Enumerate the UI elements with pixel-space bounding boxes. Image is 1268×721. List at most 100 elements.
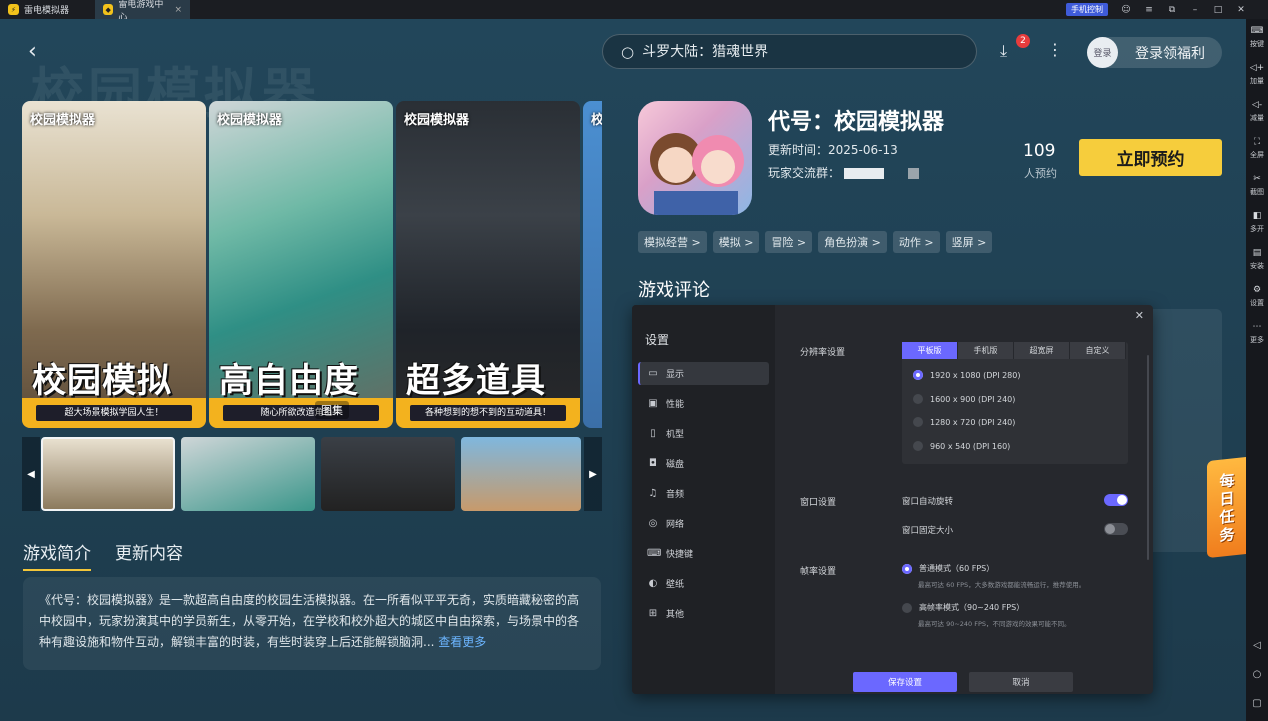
sidebar-item-screenshot[interactable]: ✂ 截图	[1250, 173, 1264, 204]
window-tab-game-center[interactable]: ◆ 雷电游戏中心 ×	[95, 0, 190, 23]
dialog-scrollbar[interactable]	[1147, 355, 1149, 560]
auto-rotate-toggle[interactable]	[1104, 494, 1128, 506]
back-triangle-icon[interactable]: ◁	[1253, 640, 1261, 651]
sidebar-item-label: 多开	[1250, 225, 1264, 233]
settings-menu-audio[interactable]: ♫ 音频	[638, 482, 769, 505]
screenshot-card[interactable]: 校	[583, 101, 602, 428]
tag-item[interactable]: 角色扮演 >	[818, 231, 887, 253]
radio-unselected	[913, 441, 923, 451]
tab-ultrawide[interactable]: 超宽屏	[1014, 342, 1070, 359]
resolution-option[interactable]: 960 x 540 (DPI 160)	[913, 441, 1010, 451]
sidebar-item-volume-down[interactable]: ◁- 减量	[1250, 99, 1264, 130]
settings-menu-shortcuts[interactable]: ⌨ 快捷键	[638, 542, 769, 565]
settings-menu-network[interactable]: ◎ 网络	[638, 512, 769, 535]
sidebar-item-install[interactable]: ▤ 安装	[1250, 247, 1264, 278]
close-tab-icon[interactable]: ×	[174, 5, 182, 15]
sidebar-item-more[interactable]: ⋯ 更多	[1250, 321, 1264, 352]
settings-menu-display[interactable]: ▭ 显示	[638, 362, 769, 385]
sidebar-item-label: 安装	[1250, 262, 1264, 270]
copy-icon[interactable]	[908, 168, 920, 179]
thumbnail-item[interactable]	[321, 437, 455, 511]
sidebar-item-keymap[interactable]: ⌨ 按键	[1250, 25, 1264, 56]
screenshot-carousel[interactable]: 校园模拟器 校园模拟 超大场景模拟学园人生！ 校园模拟器 高自由度 随心所欲改造…	[22, 101, 602, 428]
daily-task-char: 每	[1219, 470, 1235, 491]
sidebar-item-settings[interactable]: ⚙ 设置	[1250, 284, 1264, 315]
audio-icon: ♫	[648, 488, 658, 499]
screenshot-card[interactable]: 校园模拟器 高自由度 随心所欲改造角色！	[209, 101, 393, 428]
download-icon[interactable]: ⤓	[1000, 41, 1007, 61]
fixed-size-toggle[interactable]	[1104, 523, 1128, 535]
window-tab-emulator[interactable]: ⚡ 雷电模拟器	[0, 0, 95, 19]
tag-item[interactable]: 模拟 >	[712, 231, 760, 253]
tab-custom[interactable]: 自定义	[1070, 342, 1126, 359]
maximize-icon[interactable]: □	[1213, 5, 1223, 15]
fps-option-normal[interactable]: 普通模式（60 FPS）	[902, 563, 994, 574]
reserve-button[interactable]: 立即预约	[1079, 139, 1222, 176]
avatar: 登录	[1087, 37, 1118, 68]
menu-icon[interactable]: ≡	[1144, 5, 1154, 15]
phone-control-button[interactable]: 手机控制	[1066, 3, 1108, 16]
user-icon[interactable]: ☺	[1121, 5, 1131, 15]
sidebar-item-volume-up[interactable]: ◁+ 加量	[1250, 62, 1264, 93]
reserve-count: 109	[1023, 141, 1056, 161]
menu-label: 音频	[666, 490, 685, 500]
minimize-icon[interactable]: –	[1190, 5, 1200, 15]
tab-tablet[interactable]: 平板版	[902, 342, 958, 359]
settings-menu-other[interactable]: ⊞ 其他	[638, 602, 769, 625]
resolution-option[interactable]: 1920 x 1080 (DPI 280)	[913, 370, 1020, 380]
screenshot-headline: 超多道具	[406, 361, 546, 401]
thumbnail-strip: ◀ ▶	[22, 437, 602, 511]
detail-tabs: 游戏简介 更新内容	[23, 539, 183, 571]
screenshot-card[interactable]: 校园模拟器 校园模拟 超大场景模拟学园人生！	[22, 101, 206, 428]
tag-item[interactable]: 动作 >	[892, 231, 940, 253]
player-group: 玩家交流群：	[768, 164, 920, 181]
thumbnail-prev-icon[interactable]: ◀	[22, 437, 40, 511]
more-vertical-icon[interactable]: ⋮	[1047, 40, 1063, 59]
game-center-logo-icon: ◆	[103, 4, 114, 15]
screenshot-brand: 校	[591, 113, 602, 128]
sidebar-item-label: 按键	[1250, 40, 1264, 48]
group-number-redacted	[844, 168, 885, 179]
toggle-knob	[1105, 524, 1115, 534]
recent-square-icon[interactable]: ▢	[1252, 698, 1261, 709]
window-titlebar: ⚡ 雷电模拟器 ◆ 雷电游戏中心 × 手机控制 ☺ ≡ ⧉ – □ ✕	[0, 0, 1268, 23]
resolution-option[interactable]: 1280 x 720 (DPI 240)	[913, 417, 1015, 427]
thumbnail-item[interactable]	[41, 437, 175, 511]
thumbnail-item[interactable]	[181, 437, 315, 511]
close-window-icon[interactable]: ✕	[1236, 5, 1246, 15]
tag-item[interactable]: 模拟经营 >	[638, 231, 707, 253]
thumbnail-next-icon[interactable]: ▶	[584, 437, 602, 511]
thumbnail-item[interactable]	[461, 437, 581, 511]
resolution-option[interactable]: 1600 x 900 (DPI 240)	[913, 394, 1015, 404]
see-more-link[interactable]: 查看更多	[438, 635, 486, 649]
gallery-label[interactable]: 图集	[315, 401, 349, 419]
home-circle-icon[interactable]: ○	[1253, 669, 1262, 680]
tag-item[interactable]: 竖屏 >	[945, 231, 993, 253]
settings-menu-wallpaper[interactable]: ◐ 壁纸	[638, 572, 769, 595]
save-settings-button[interactable]: 保存设置	[853, 672, 957, 692]
back-icon[interactable]: ‹	[28, 39, 37, 64]
search-bar[interactable]: ○	[602, 34, 977, 69]
close-icon[interactable]: ✕	[1135, 309, 1144, 322]
tag-item[interactable]: 冒险 >	[765, 231, 813, 253]
tab-intro[interactable]: 游戏简介	[23, 539, 91, 571]
restore-icon[interactable]: ⧉	[1167, 5, 1177, 15]
sidebar-item-fullscreen[interactable]: ⛶ 全屏	[1250, 136, 1264, 167]
daily-task-button[interactable]: 每 日 任 务	[1207, 456, 1246, 559]
settings-menu-device[interactable]: ▯ 机型	[638, 422, 769, 445]
tab-updates[interactable]: 更新内容	[115, 539, 183, 571]
daily-task-char: 日	[1219, 488, 1235, 509]
settings-menu-performance[interactable]: ▣ 性能	[638, 392, 769, 415]
settings-menu-disk[interactable]: ◘ 磁盘	[638, 452, 769, 475]
fps-option-high[interactable]: 高帧率模式（90~240 FPS）	[902, 602, 1024, 613]
tab-phone[interactable]: 手机版	[958, 342, 1014, 359]
login-button[interactable]: 登录 登录领福利	[1087, 37, 1222, 68]
sidebar-item-label: 设置	[1250, 299, 1264, 307]
game-title: 代号：校园模拟器	[768, 110, 945, 135]
cancel-button[interactable]: 取消	[969, 672, 1073, 692]
sidebar-item-multi[interactable]: ◧ 多开	[1250, 210, 1264, 241]
settings-dialog: 设置 ▭ 显示 ▣ 性能 ▯ 机型 ◘ 磁盘 ♫ 音频 ◎ 网络 ⌨ 快捷键 ◐ 壁纸 ⊞ 其他 …	[632, 305, 1153, 694]
screenshot-card[interactable]: 校园模拟器 超多道具 各种想到的想不到的互动道具！	[396, 101, 580, 428]
search-input[interactable]	[642, 43, 943, 60]
grid-icon: ⊞	[648, 608, 658, 619]
